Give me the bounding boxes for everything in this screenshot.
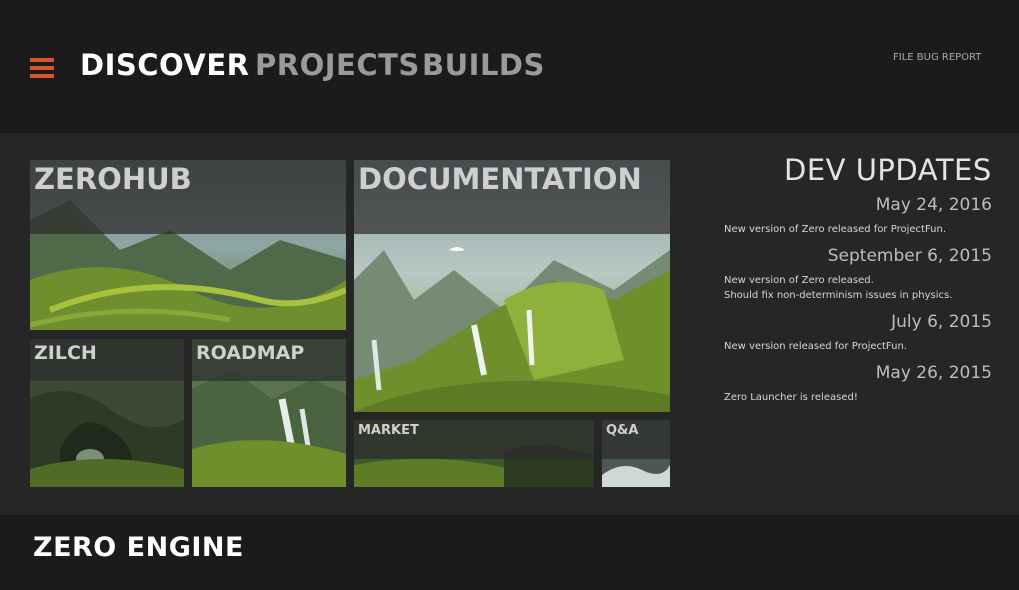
update-date: September 6, 2015 [827,246,992,266]
product-title: ZERO ENGINE [33,532,244,563]
update-date: May 24, 2016 [875,195,992,215]
qa-tile[interactable]: Q&A [602,420,670,487]
documentation-tile[interactable]: DOCUMENTATION [354,160,670,412]
documentation-label: DOCUMENTATION [358,162,642,196]
roadmap-label: ROADMAP [196,342,305,364]
zerohub-label: ZEROHUB [34,162,192,196]
dev-updates-title: DEV UPDATES [784,153,992,187]
update-date: July 6, 2015 [891,312,992,332]
roadmap-tile[interactable]: ROADMAP [192,339,346,487]
zilch-label: ZILCH [34,342,97,364]
update-text: Should fix non-determinism issues in phy… [724,290,953,301]
file-bug-report-link[interactable]: FILE BUG REPORT [893,52,981,63]
qa-label: Q&A [606,423,639,438]
update-text: Zero Launcher is released! [724,392,858,403]
update-date: May 26, 2015 [875,363,992,383]
update-text: New version released for ProjectFun. [724,341,907,352]
update-text: New version of Zero released for Project… [724,224,946,235]
documentation-artwork [354,160,670,412]
tab-builds[interactable]: BUILDS [422,48,545,82]
market-tile[interactable]: MARKET [354,420,594,487]
hamburger-menu-icon[interactable] [30,58,54,78]
zerohub-tile[interactable]: ZEROHUB [30,160,346,330]
discover-panel: ZEROHUB DOCUMENTATION ZILCH ROADMAP MARK… [0,133,1019,515]
tab-projects[interactable]: PROJECTS [255,48,420,82]
market-label: MARKET [358,423,419,438]
footer: ZERO ENGINE [0,515,1019,590]
update-text: New version of Zero released. [724,275,874,286]
tab-discover[interactable]: DISCOVER [80,48,250,82]
zilch-tile[interactable]: ZILCH [30,339,184,487]
header: DISCOVER PROJECTS BUILDS FILE BUG REPORT [0,0,1019,133]
